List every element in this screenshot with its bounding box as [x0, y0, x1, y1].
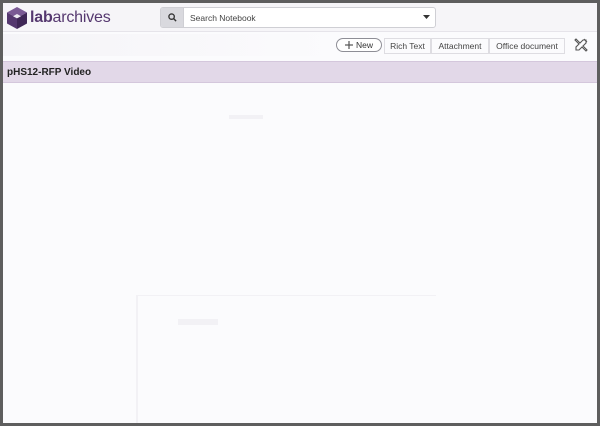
page-title: pHS12-RFP Video — [7, 67, 92, 78]
search-input[interactable] — [184, 9, 417, 26]
office-document-button[interactable]: Office document — [489, 38, 565, 54]
entry-toolbar: New Rich Text Attachment Office document — [3, 33, 597, 59]
faded-content-line — [229, 115, 263, 119]
new-entry-button[interactable]: New — [336, 38, 382, 52]
logo-wordmark: labarchives — [30, 9, 111, 26]
app-window: labarchives New R — [3, 3, 597, 423]
search-scope-dropdown[interactable] — [417, 15, 435, 20]
plus-icon — [344, 41, 353, 49]
tools-icon[interactable] — [573, 37, 589, 53]
page-title-bar: pHS12-RFP Video — [3, 61, 597, 83]
search-icon — [167, 13, 177, 22]
search-notebook-box — [160, 7, 436, 28]
attachment-button[interactable]: Attachment — [431, 38, 489, 54]
search-button[interactable] — [161, 8, 184, 27]
faded-content-line — [178, 319, 218, 325]
rich-text-button[interactable]: Rich Text — [384, 38, 431, 54]
faded-content-line — [136, 295, 138, 423]
new-entry-label: New — [355, 40, 373, 50]
faded-content-line — [136, 295, 436, 296]
labarchives-logo[interactable]: labarchives — [6, 5, 111, 31]
top-navigation-bar: labarchives — [3, 3, 597, 32]
chevron-down-icon — [422, 15, 430, 19]
cube-logo-icon — [7, 7, 27, 29]
notebook-content-area — [3, 83, 597, 423]
